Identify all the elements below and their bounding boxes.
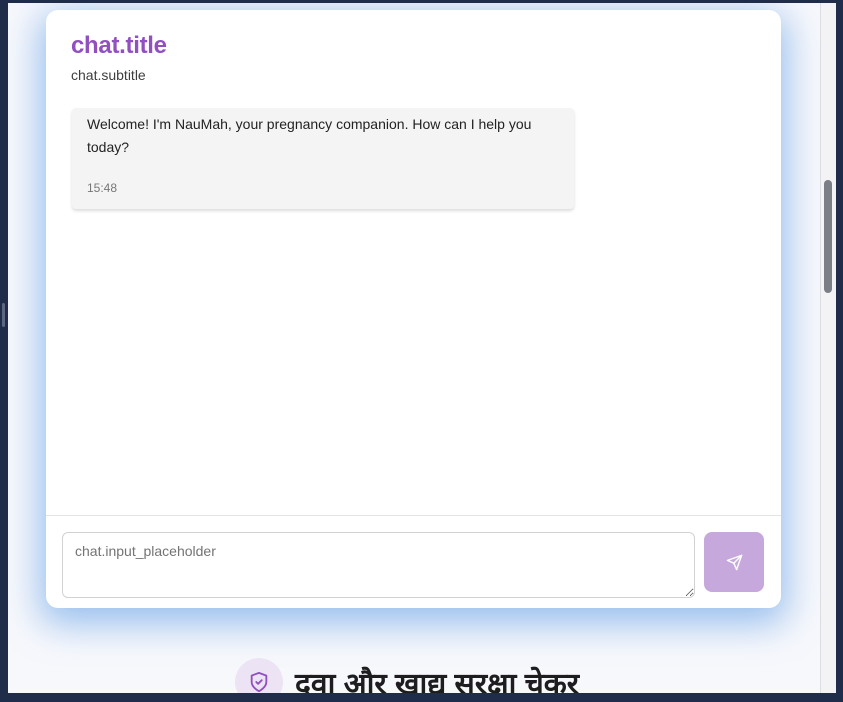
safety-checker-heading: दवा और खाद्य सुरक्षा चेकर xyxy=(235,657,579,693)
chat-subtitle: chat.subtitle xyxy=(71,67,146,83)
resize-handle[interactable] xyxy=(2,303,5,327)
message-composer xyxy=(46,515,781,608)
page-scrollbar[interactable] xyxy=(820,3,836,693)
chat-title: chat.title xyxy=(71,32,167,59)
message-text: Welcome! I'm NauMah, your pregnancy comp… xyxy=(87,116,532,155)
message-input[interactable] xyxy=(62,532,695,598)
chat-card: chat.title chat.subtitle Welcome! I'm Na… xyxy=(46,10,781,608)
shield-check-icon xyxy=(250,671,268,693)
page-viewport: chat.title chat.subtitle Welcome! I'm Na… xyxy=(8,3,820,693)
assistant-message: Welcome! I'm NauMah, your pregnancy comp… xyxy=(72,108,574,209)
scrollbar-thumb[interactable] xyxy=(824,180,832,293)
send-icon xyxy=(726,554,742,570)
message-timestamp: 15:48 xyxy=(87,181,118,195)
shield-badge xyxy=(235,658,283,693)
send-button[interactable] xyxy=(704,532,764,592)
safety-checker-title: दवा और खाद्य सुरक्षा चेकर xyxy=(295,667,580,694)
